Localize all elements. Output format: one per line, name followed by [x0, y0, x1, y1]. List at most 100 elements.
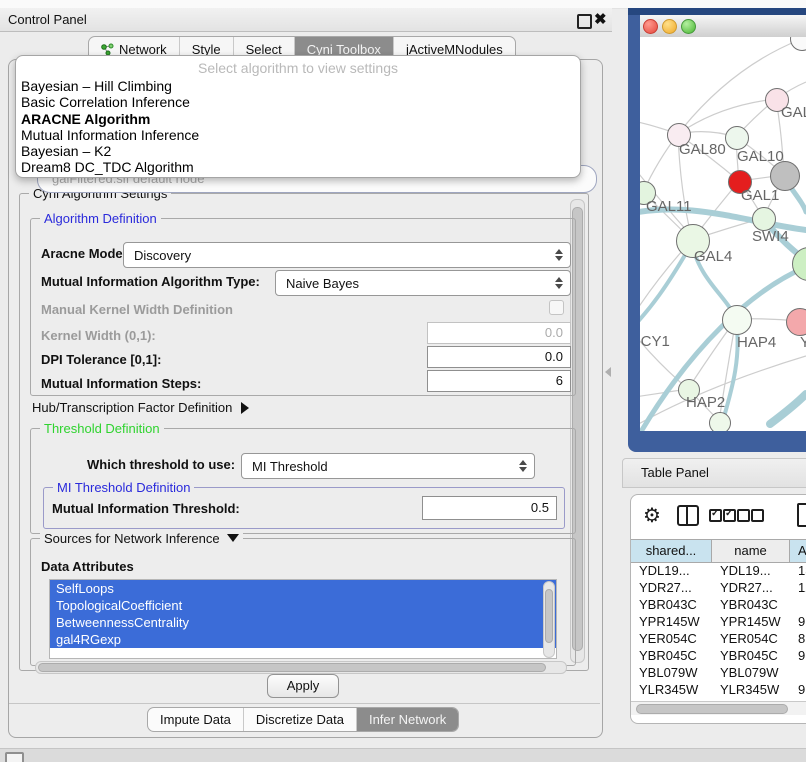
zoom-traffic-light-icon[interactable]	[681, 19, 696, 34]
network-icon	[101, 43, 114, 56]
tab-infer-network[interactable]: Infer Network	[356, 708, 458, 731]
aracne-mode-combobox[interactable]: Discovery	[123, 242, 571, 268]
sources-horizontal-scrollbar[interactable]	[35, 661, 567, 674]
deselect-all-checkbox-icon[interactable]	[737, 509, 750, 522]
network-window-titlebar[interactable]	[640, 15, 806, 38]
cell: YER054C	[631, 630, 712, 647]
list-item[interactable]: gal4RGexp	[50, 631, 556, 648]
show-columns-icon[interactable]	[677, 505, 699, 526]
table-row[interactable]: YPR145W YPR145W 9.	[631, 613, 806, 630]
hub-definition-label: Hub/Transcription Factor Definition	[32, 400, 232, 415]
list-item[interactable]: BetweennessCentrality	[50, 614, 556, 631]
table-panel-title: Table Panel	[641, 465, 709, 480]
bottom-tabbar: Impute Data Discretize Data Infer Networ…	[147, 707, 459, 732]
tab-impute-data-label: Impute Data	[160, 712, 231, 727]
data-attributes-label: Data Attributes	[41, 559, 134, 574]
which-threshold-value: MI Threshold	[242, 459, 328, 474]
column-header-third[interactable]: A	[790, 540, 806, 562]
list-item[interactable]: TopologicalCoefficient	[50, 597, 556, 614]
collapse-down-icon	[227, 534, 239, 542]
table-scrollbar-thumb[interactable]	[636, 704, 788, 714]
sources-group: Sources for Network Inference Data Attri…	[30, 538, 576, 666]
list-vertical-scrollbar[interactable]	[543, 581, 555, 658]
table-row[interactable]: YBL079W YBL079W	[631, 664, 806, 681]
select-all-checkbox-icon[interactable]	[709, 509, 722, 522]
tab-impute-data[interactable]: Impute Data	[148, 708, 243, 731]
cell: YBR043C	[712, 596, 790, 613]
cell: YER054C	[712, 630, 790, 647]
close-traffic-light-icon[interactable]	[643, 19, 658, 34]
column-header-name[interactable]: name	[712, 540, 790, 562]
manual-kernel-checkbox[interactable]	[549, 300, 564, 315]
mi-type-combobox[interactable]: Naive Bayes	[275, 270, 571, 296]
export-table-icon[interactable]	[797, 503, 806, 527]
algorithm-option[interactable]: Basic Correlation Inference	[16, 94, 580, 110]
data-attributes-list[interactable]: SelfLoops TopologicalCoefficient Between…	[49, 579, 557, 659]
deselect-all-checkbox-icon2[interactable]	[751, 509, 764, 522]
select-all-checkbox-icon2[interactable]	[723, 509, 736, 522]
mi-steps-value: 6	[556, 373, 563, 388]
cell: YDL19...	[712, 562, 790, 579]
list-scrollbar-thumb[interactable]	[545, 589, 553, 643]
table-body[interactable]: YDL19... YDL19... 13 YDR27... YDR27... 1…	[631, 562, 806, 701]
table-row[interactable]: YBR043C YBR043C	[631, 596, 806, 613]
algorithm-option[interactable]: Mutual Information Inference	[16, 127, 580, 143]
network-window-top-edge	[628, 8, 806, 15]
algorithm-option-selected[interactable]: ARACNE Algorithm	[16, 111, 580, 127]
close-icon[interactable]: ✖	[594, 10, 607, 28]
minimize-traffic-light-icon[interactable]	[662, 19, 677, 34]
mi-threshold-input[interactable]: 0.5	[422, 496, 557, 520]
network-node[interactable]	[725, 126, 749, 150]
sources-title-label: Sources for Network Inference	[44, 531, 220, 546]
algorithm-option[interactable]: Bayesian – Hill Climbing	[16, 78, 580, 94]
mi-type-value: Naive Bayes	[276, 276, 359, 291]
kernel-width-value: 0.0	[545, 325, 563, 340]
apply-button-label: Apply	[287, 678, 320, 693]
which-threshold-combobox[interactable]: MI Threshold	[241, 453, 535, 479]
cell: YDL19...	[631, 562, 712, 579]
algorithm-option[interactable]: Bayesian – K2	[16, 143, 580, 159]
node-label: GAL4	[694, 248, 732, 265]
sources-scrollbar-thumb[interactable]	[38, 663, 546, 672]
mi-type-label: Mutual Information Algorithm Type:	[41, 274, 260, 289]
cell: YLR345W	[631, 681, 712, 698]
network-node[interactable]	[786, 308, 806, 336]
split-pane-handle[interactable]	[605, 367, 611, 377]
network-canvas[interactable]: GAL GAL80 GAL10 GAL1 GAL11 SWI4 GAL4 GCY…	[640, 37, 806, 431]
table-row[interactable]: YDL19... YDL19... 13	[631, 562, 806, 579]
column-header-shared-name[interactable]: shared...	[631, 540, 712, 562]
apply-button[interactable]: Apply	[267, 674, 339, 698]
list-item[interactable]: SelfLoops	[50, 580, 556, 597]
float-window-icon[interactable]	[577, 14, 592, 29]
table-row[interactable]: YDR27... YDR27... 12	[631, 579, 806, 596]
table-row[interactable]: YLR345W YLR345W 9.	[631, 681, 806, 698]
network-node[interactable]	[709, 412, 731, 431]
cell: YBR043C	[631, 596, 712, 613]
table-row[interactable]: YER054C YER054C 8.	[631, 630, 806, 647]
table-row[interactable]: YBR045C YBR045C 9.	[631, 647, 806, 664]
bottom-strip	[0, 748, 806, 762]
dpi-tolerance-input[interactable]: 0.0	[427, 346, 571, 368]
table-settings-gear-icon[interactable]: ⚙	[643, 503, 661, 528]
hub-definition-expander[interactable]: Hub/Transcription Factor Definition	[32, 400, 249, 415]
table-horizontal-scrollbar[interactable]	[631, 701, 806, 715]
table-panel-card: ⚙ shared... name A YDL19... YDL19... 13 …	[630, 494, 806, 724]
cell	[790, 664, 806, 681]
network-node[interactable]	[722, 305, 752, 335]
cell: 8.	[790, 630, 806, 647]
control-panel-body: galFiltered.sif default node Select algo…	[8, 59, 603, 738]
algorithm-option[interactable]: Dream8 DC_TDC Algorithm	[16, 159, 580, 175]
cell: 9.	[790, 613, 806, 630]
table-panel-titlebar: Table Panel	[622, 458, 806, 488]
node-label: GAL10	[737, 148, 784, 165]
panel-footer-divider	[9, 703, 600, 704]
tab-discretize-data[interactable]: Discretize Data	[243, 708, 356, 731]
table-header-row: shared... name A	[631, 539, 806, 563]
mi-threshold-group: MI Threshold Definition Mutual Informati…	[43, 487, 565, 529]
taskbar-window-icon[interactable]	[5, 752, 24, 762]
mi-steps-input[interactable]: 6	[427, 370, 571, 392]
kernel-width-label: Kernel Width (0,1):	[41, 328, 156, 343]
cell: 9.	[790, 647, 806, 664]
kernel-width-input[interactable]: 0.0	[427, 322, 571, 344]
sources-title[interactable]: Sources for Network Inference	[40, 531, 243, 546]
